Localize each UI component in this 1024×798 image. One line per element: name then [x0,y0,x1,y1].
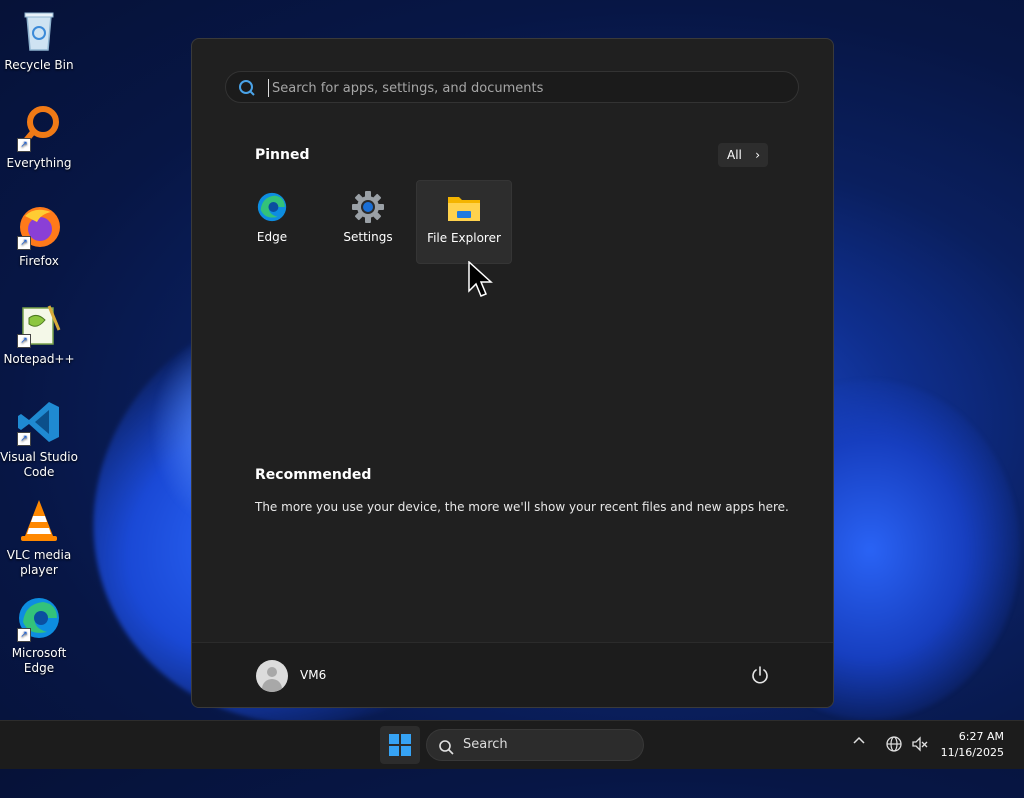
all-apps-label: All [727,148,742,162]
desktop-icon-label: Recycle Bin [4,58,74,72]
everything-search-icon: ↗ [15,104,63,152]
desktop-icon-notepadpp[interactable]: ↗ Notepad++ [0,294,78,367]
shortcut-arrow-icon: ↗ [17,628,31,642]
clock-time: 6:27 AM [958,730,1004,743]
pinned-app-edge[interactable]: Edge [224,180,320,264]
avatar-body [262,679,282,692]
desktop-icon-label: Notepad++ [3,352,75,366]
pinned-app-label: Settings [343,230,393,244]
desktop-icon-vlc[interactable]: VLC media player [0,490,78,578]
user-name[interactable]: VM6 [300,668,326,682]
windows-logo-icon [389,734,411,756]
start-search-input[interactable] [270,72,774,104]
start-search-box[interactable] [225,71,799,104]
search-icon [438,737,454,767]
vscode-icon: ↗ [15,398,63,446]
recommended-title: Recommended [255,467,372,483]
desktop-icon-label: Visual Studio Code [0,450,78,479]
pinned-app-label: Edge [256,230,288,244]
taskbar-search[interactable]: Search [426,729,644,761]
clock-date: 11/16/2025 [940,746,1004,759]
folder-icon [447,191,481,225]
start-menu: Pinned All › Edge [191,38,834,708]
desktop-icon-recycle-bin[interactable]: Recycle Bin [0,0,78,73]
taskbar: Search 6:27 AM 11/16/2025 [0,720,1024,769]
notepadpp-icon: ↗ [15,300,63,348]
taskbar-clock[interactable]: 6:27 AM 11/16/2025 [941,729,1004,761]
desktop-icon-vscode[interactable]: ↗ Visual Studio Code [0,392,78,480]
shortcut-arrow-icon: ↗ [17,236,31,250]
desktop-icon-everything[interactable]: ↗ Everything [0,98,78,171]
taskbar-search-label: Search [463,737,508,752]
desktop-icon-label: Microsoft Edge [11,646,67,675]
search-icon [238,79,256,101]
user-avatar[interactable] [256,660,288,692]
shortcut-arrow-icon: ↗ [17,432,31,446]
vlc-icon [15,496,63,544]
firefox-icon: ↗ [15,202,63,250]
recommended-empty-message: The more you use your device, the more w… [255,500,789,514]
shortcut-arrow-icon: ↗ [17,334,31,348]
pinned-app-settings[interactable]: Settings [320,180,416,264]
volume-muted-icon[interactable] [911,735,929,753]
mouse-cursor-icon [468,260,494,303]
desktop-icon-edge[interactable]: ↗ Microsoft Edge [0,588,78,676]
chevron-right-icon: › [755,148,760,162]
desktop-icon-label: VLC media player [6,548,72,577]
shortcut-arrow-icon: ↗ [17,138,31,152]
chevron-up-icon[interactable] [853,735,865,751]
gear-icon [351,190,385,224]
start-button[interactable] [380,726,420,764]
edge-icon [255,190,289,224]
pinned-app-label: File Explorer [427,231,501,245]
pinned-title: Pinned [255,147,310,163]
network-globe-icon[interactable] [885,735,903,753]
pinned-app-file-explorer[interactable]: File Explorer [416,180,512,264]
power-icon[interactable] [750,665,770,685]
desktop-icon-firefox[interactable]: ↗ Firefox [0,196,78,269]
edge-icon: ↗ [15,594,63,642]
all-apps-button[interactable]: All › [718,143,768,167]
desktop-icon-label: Firefox [19,254,59,268]
text-caret [268,79,269,97]
recycle-bin-icon [15,6,63,54]
start-menu-footer: VM6 [192,642,833,707]
desktop-icon-label: Everything [6,156,72,170]
avatar-head [267,667,277,677]
